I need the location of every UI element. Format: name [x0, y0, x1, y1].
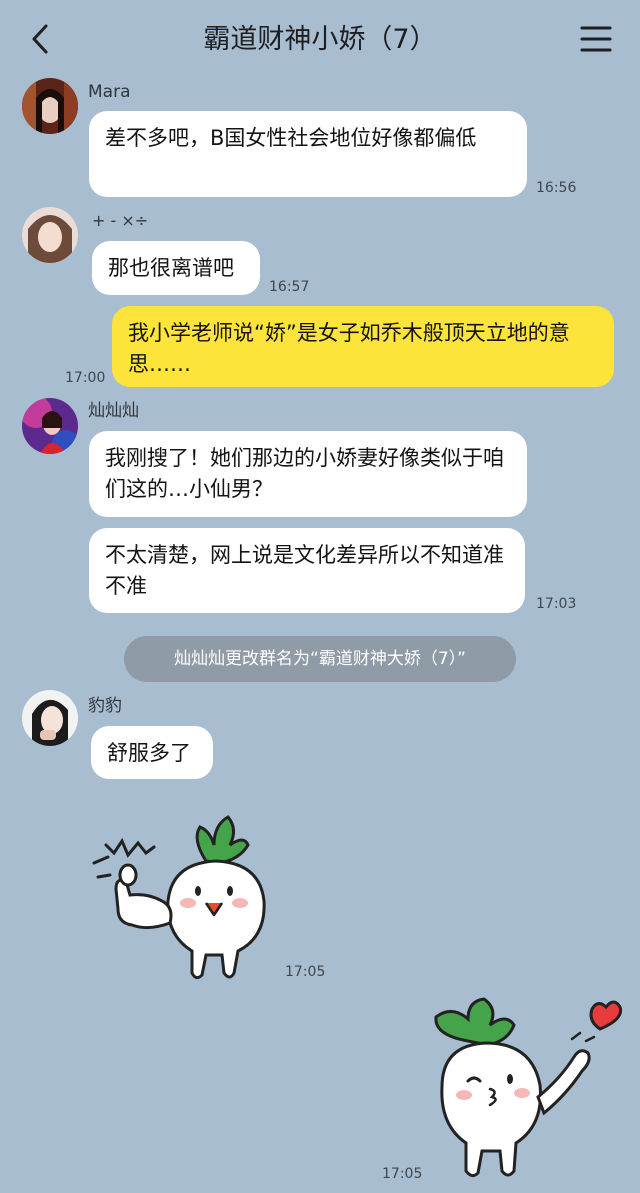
- avatar-cancan-image: [22, 398, 78, 454]
- avatar[interactable]: [22, 398, 78, 454]
- sender-name: + - ×÷: [92, 211, 149, 230]
- sticker-message[interactable]: [88, 805, 278, 983]
- radish-kiss-heart-sticker: [434, 997, 623, 1178]
- avatar[interactable]: [22, 78, 78, 134]
- message-time: 17:05: [382, 1166, 423, 1182]
- message-bubble[interactable]: 差不多吧，B国女性社会地位好像都偏低: [89, 111, 527, 197]
- message-time: 17:05: [285, 964, 326, 980]
- message-time: 16:57: [269, 279, 310, 295]
- sender-name: 豹豹: [88, 696, 122, 716]
- my-sticker-message[interactable]: [424, 995, 624, 1183]
- message-time: 17:00: [65, 370, 106, 386]
- menu-button[interactable]: [578, 24, 614, 54]
- message-bubble[interactable]: 那也很离谱吧: [92, 241, 260, 295]
- chat-header: 霸道财神小娇（7）: [0, 0, 640, 78]
- avatar[interactable]: [22, 690, 78, 746]
- my-message-bubble[interactable]: 我小学老师说“娇”是女子如乔木般顶天立地的意思……: [112, 306, 614, 387]
- sender-name: 灿灿灿: [88, 401, 139, 421]
- avatar-mara-image: [22, 78, 78, 134]
- radish-thumbs-up-sticker: [92, 815, 266, 980]
- avatar-baobao-image: [22, 690, 78, 746]
- hamburger-menu-icon: [580, 26, 612, 52]
- message-bubble[interactable]: 舒服多了: [91, 726, 213, 779]
- system-notice: 灿灿灿更改群名为“霸道财神大娇（7）”: [124, 636, 516, 682]
- message-time: 16:56: [536, 180, 577, 196]
- message-bubble[interactable]: 不太清楚，网上说是文化差异所以不知道准不准: [89, 528, 525, 613]
- avatar-user-image: [22, 207, 78, 263]
- sender-name: Mara: [88, 82, 131, 102]
- avatar[interactable]: [22, 207, 78, 263]
- message-time: 17:03: [536, 596, 577, 612]
- message-bubble[interactable]: 我刚搜了！她们那边的小娇妻好像类似于咱们这的…小仙男？: [89, 431, 527, 517]
- group-title: 霸道财神小娇（7）: [203, 24, 437, 55]
- chat-screen: 霸道财神小娇（7） Mara 差不多吧，B国女性社会地位好像都偏低 16:56 …: [0, 0, 640, 1193]
